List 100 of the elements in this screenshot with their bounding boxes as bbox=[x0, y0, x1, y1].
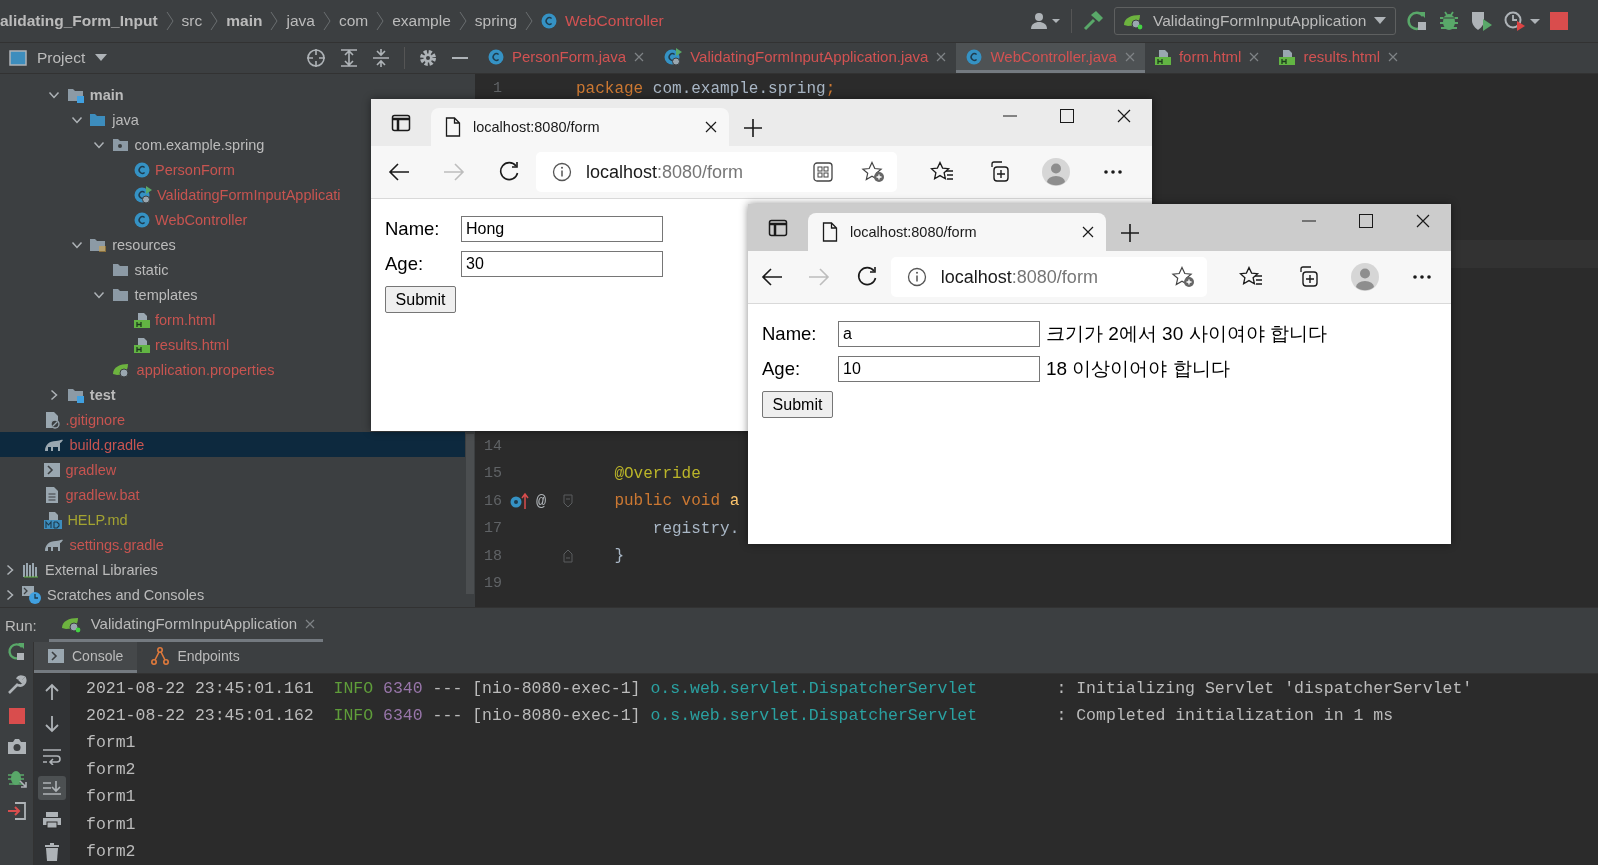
breadcrumb-item[interactable]: spring bbox=[474, 12, 517, 30]
submit-button[interactable]: Submit bbox=[385, 286, 456, 313]
more-icon[interactable] bbox=[1412, 274, 1433, 280]
maximize-icon[interactable] bbox=[1358, 214, 1373, 228]
profiler-icon[interactable] bbox=[1504, 10, 1540, 32]
stop-icon[interactable] bbox=[8, 708, 25, 724]
tree-item[interactable]: com.example.spring bbox=[0, 132, 269, 157]
exit-icon[interactable] bbox=[6, 801, 27, 821]
console-line: form1 bbox=[86, 732, 137, 755]
line-number: 16 bbox=[483, 492, 502, 510]
bug-icon[interactable] bbox=[6, 768, 27, 788]
rerun-icon[interactable] bbox=[6, 642, 27, 662]
crosshair-icon[interactable] bbox=[306, 48, 326, 68]
wrench-icon[interactable] bbox=[6, 675, 27, 695]
tree-item[interactable]: External Libraries bbox=[0, 557, 162, 582]
html-file-icon bbox=[134, 311, 150, 328]
print-icon[interactable] bbox=[42, 810, 62, 829]
input-field[interactable]: Hong bbox=[461, 216, 663, 242]
users-icon[interactable] bbox=[1031, 12, 1061, 30]
tree-item[interactable]: HELP.md bbox=[0, 507, 132, 532]
console-tab[interactable]: Endpoints bbox=[137, 642, 254, 673]
project-view-dropdown[interactable]: Project bbox=[9, 49, 108, 67]
back-icon[interactable] bbox=[387, 162, 410, 182]
bug-icon[interactable] bbox=[1438, 10, 1460, 32]
settings-icon[interactable] bbox=[419, 49, 437, 67]
new-tab-icon[interactable] bbox=[743, 118, 763, 138]
collapse-all-icon[interactable] bbox=[372, 48, 390, 68]
expand-all-icon[interactable] bbox=[340, 48, 358, 68]
profile-icon[interactable] bbox=[1041, 158, 1070, 186]
trash-icon[interactable] bbox=[44, 842, 60, 861]
soft-wrap-icon[interactable] bbox=[42, 746, 62, 765]
breadcrumb-item[interactable]: com bbox=[338, 12, 369, 30]
close-icon[interactable] bbox=[1415, 214, 1430, 228]
tree-item[interactable]: test bbox=[0, 382, 120, 407]
breadcrumb-item[interactable]: main bbox=[226, 12, 263, 30]
html-file-icon bbox=[1154, 48, 1171, 65]
breadcrumb-item[interactable]: alidating_Form_Input bbox=[0, 12, 158, 30]
scroll-to-end-button[interactable] bbox=[38, 775, 66, 800]
camera-icon[interactable] bbox=[6, 737, 27, 755]
leaf-gear-icon bbox=[1123, 12, 1145, 30]
chevron-right-icon bbox=[322, 11, 331, 31]
sidebar-panel-icon[interactable] bbox=[768, 217, 788, 238]
down-arrow-icon[interactable] bbox=[44, 714, 60, 733]
tree-item[interactable]: main bbox=[0, 82, 128, 107]
tree-item[interactable]: build.gradle bbox=[0, 432, 465, 457]
input-field[interactable]: 30 bbox=[461, 251, 663, 277]
terminal-icon bbox=[44, 461, 61, 478]
close-icon[interactable] bbox=[705, 121, 717, 133]
breadcrumb-item[interactable]: example bbox=[392, 12, 451, 30]
address-bar[interactable]: localhost:8080/form bbox=[890, 257, 1207, 297]
close-icon[interactable] bbox=[1116, 109, 1131, 123]
profile-icon[interactable] bbox=[1351, 263, 1380, 291]
refresh-icon[interactable] bbox=[856, 266, 878, 288]
rerun-icon[interactable] bbox=[1406, 10, 1428, 32]
browser-tab[interactable]: localhost:8080/form bbox=[808, 213, 1106, 251]
input-field[interactable]: 10 bbox=[838, 356, 1040, 382]
breadcrumb-item[interactable]: java bbox=[286, 12, 315, 30]
up-arrow-icon[interactable] bbox=[44, 682, 60, 701]
annotation-mark[interactable]: @ bbox=[536, 491, 547, 511]
file-icon bbox=[44, 485, 61, 504]
refresh-icon[interactable] bbox=[497, 161, 520, 183]
add-favorite-icon[interactable] bbox=[861, 161, 885, 183]
new-tab-icon[interactable] bbox=[1120, 223, 1140, 243]
apps-icon[interactable] bbox=[813, 162, 833, 182]
info-icon[interactable] bbox=[906, 267, 927, 287]
maximize-icon[interactable] bbox=[1059, 109, 1074, 123]
address-bar[interactable]: localhost:8080/form bbox=[536, 152, 897, 192]
tree-item[interactable]: java bbox=[0, 107, 143, 132]
more-icon[interactable] bbox=[1102, 169, 1123, 175]
info-icon[interactable] bbox=[552, 162, 572, 182]
code-line: registry. bbox=[651, 519, 740, 538]
code-line: public void a bbox=[613, 492, 740, 511]
page-icon bbox=[822, 222, 838, 242]
input-field[interactable]: a bbox=[838, 321, 1040, 347]
back-icon[interactable] bbox=[760, 267, 783, 287]
collections-icon[interactable] bbox=[1297, 266, 1320, 288]
tree-item[interactable]: templates bbox=[0, 282, 202, 307]
close-icon[interactable] bbox=[1082, 226, 1094, 238]
hammer-icon[interactable] bbox=[1082, 10, 1104, 32]
coverage-icon[interactable] bbox=[1470, 10, 1494, 32]
console-line: 2021-08-22 23:45:01.162 INFO 6340 --- [nio-8080-exec-1] o.s.web.servlet.DispatcherServlet : Completed initialization in 1 ms bbox=[86, 704, 1395, 727]
run-configuration-dropdown[interactable]: ValidatingFormInputApplication bbox=[1114, 7, 1396, 35]
minimize-icon[interactable] bbox=[1301, 220, 1316, 222]
tree-item[interactable]: resources bbox=[0, 232, 180, 257]
submit-button[interactable]: Submit bbox=[762, 391, 833, 418]
field-label: Name: bbox=[762, 323, 818, 345]
scrollbar[interactable] bbox=[466, 434, 474, 594]
tree-item[interactable]: static bbox=[0, 257, 173, 282]
sidebar-panel-icon[interactable] bbox=[391, 112, 411, 133]
page-icon bbox=[445, 117, 461, 137]
tree-item[interactable]: Scratches and Consoles bbox=[0, 582, 209, 607]
console-tab[interactable]: Console bbox=[34, 642, 138, 673]
minimize-icon[interactable] bbox=[1002, 115, 1017, 117]
class-gear-icon bbox=[134, 185, 152, 204]
override-icon[interactable] bbox=[510, 492, 530, 511]
browser-tab[interactable]: localhost:8080/form bbox=[431, 108, 729, 146]
favorites-icon[interactable] bbox=[929, 161, 954, 183]
add-favorite-icon[interactable] bbox=[1171, 266, 1195, 288]
breadcrumb-item[interactable]: src bbox=[181, 12, 203, 30]
favorites-icon[interactable] bbox=[1239, 266, 1264, 288]
